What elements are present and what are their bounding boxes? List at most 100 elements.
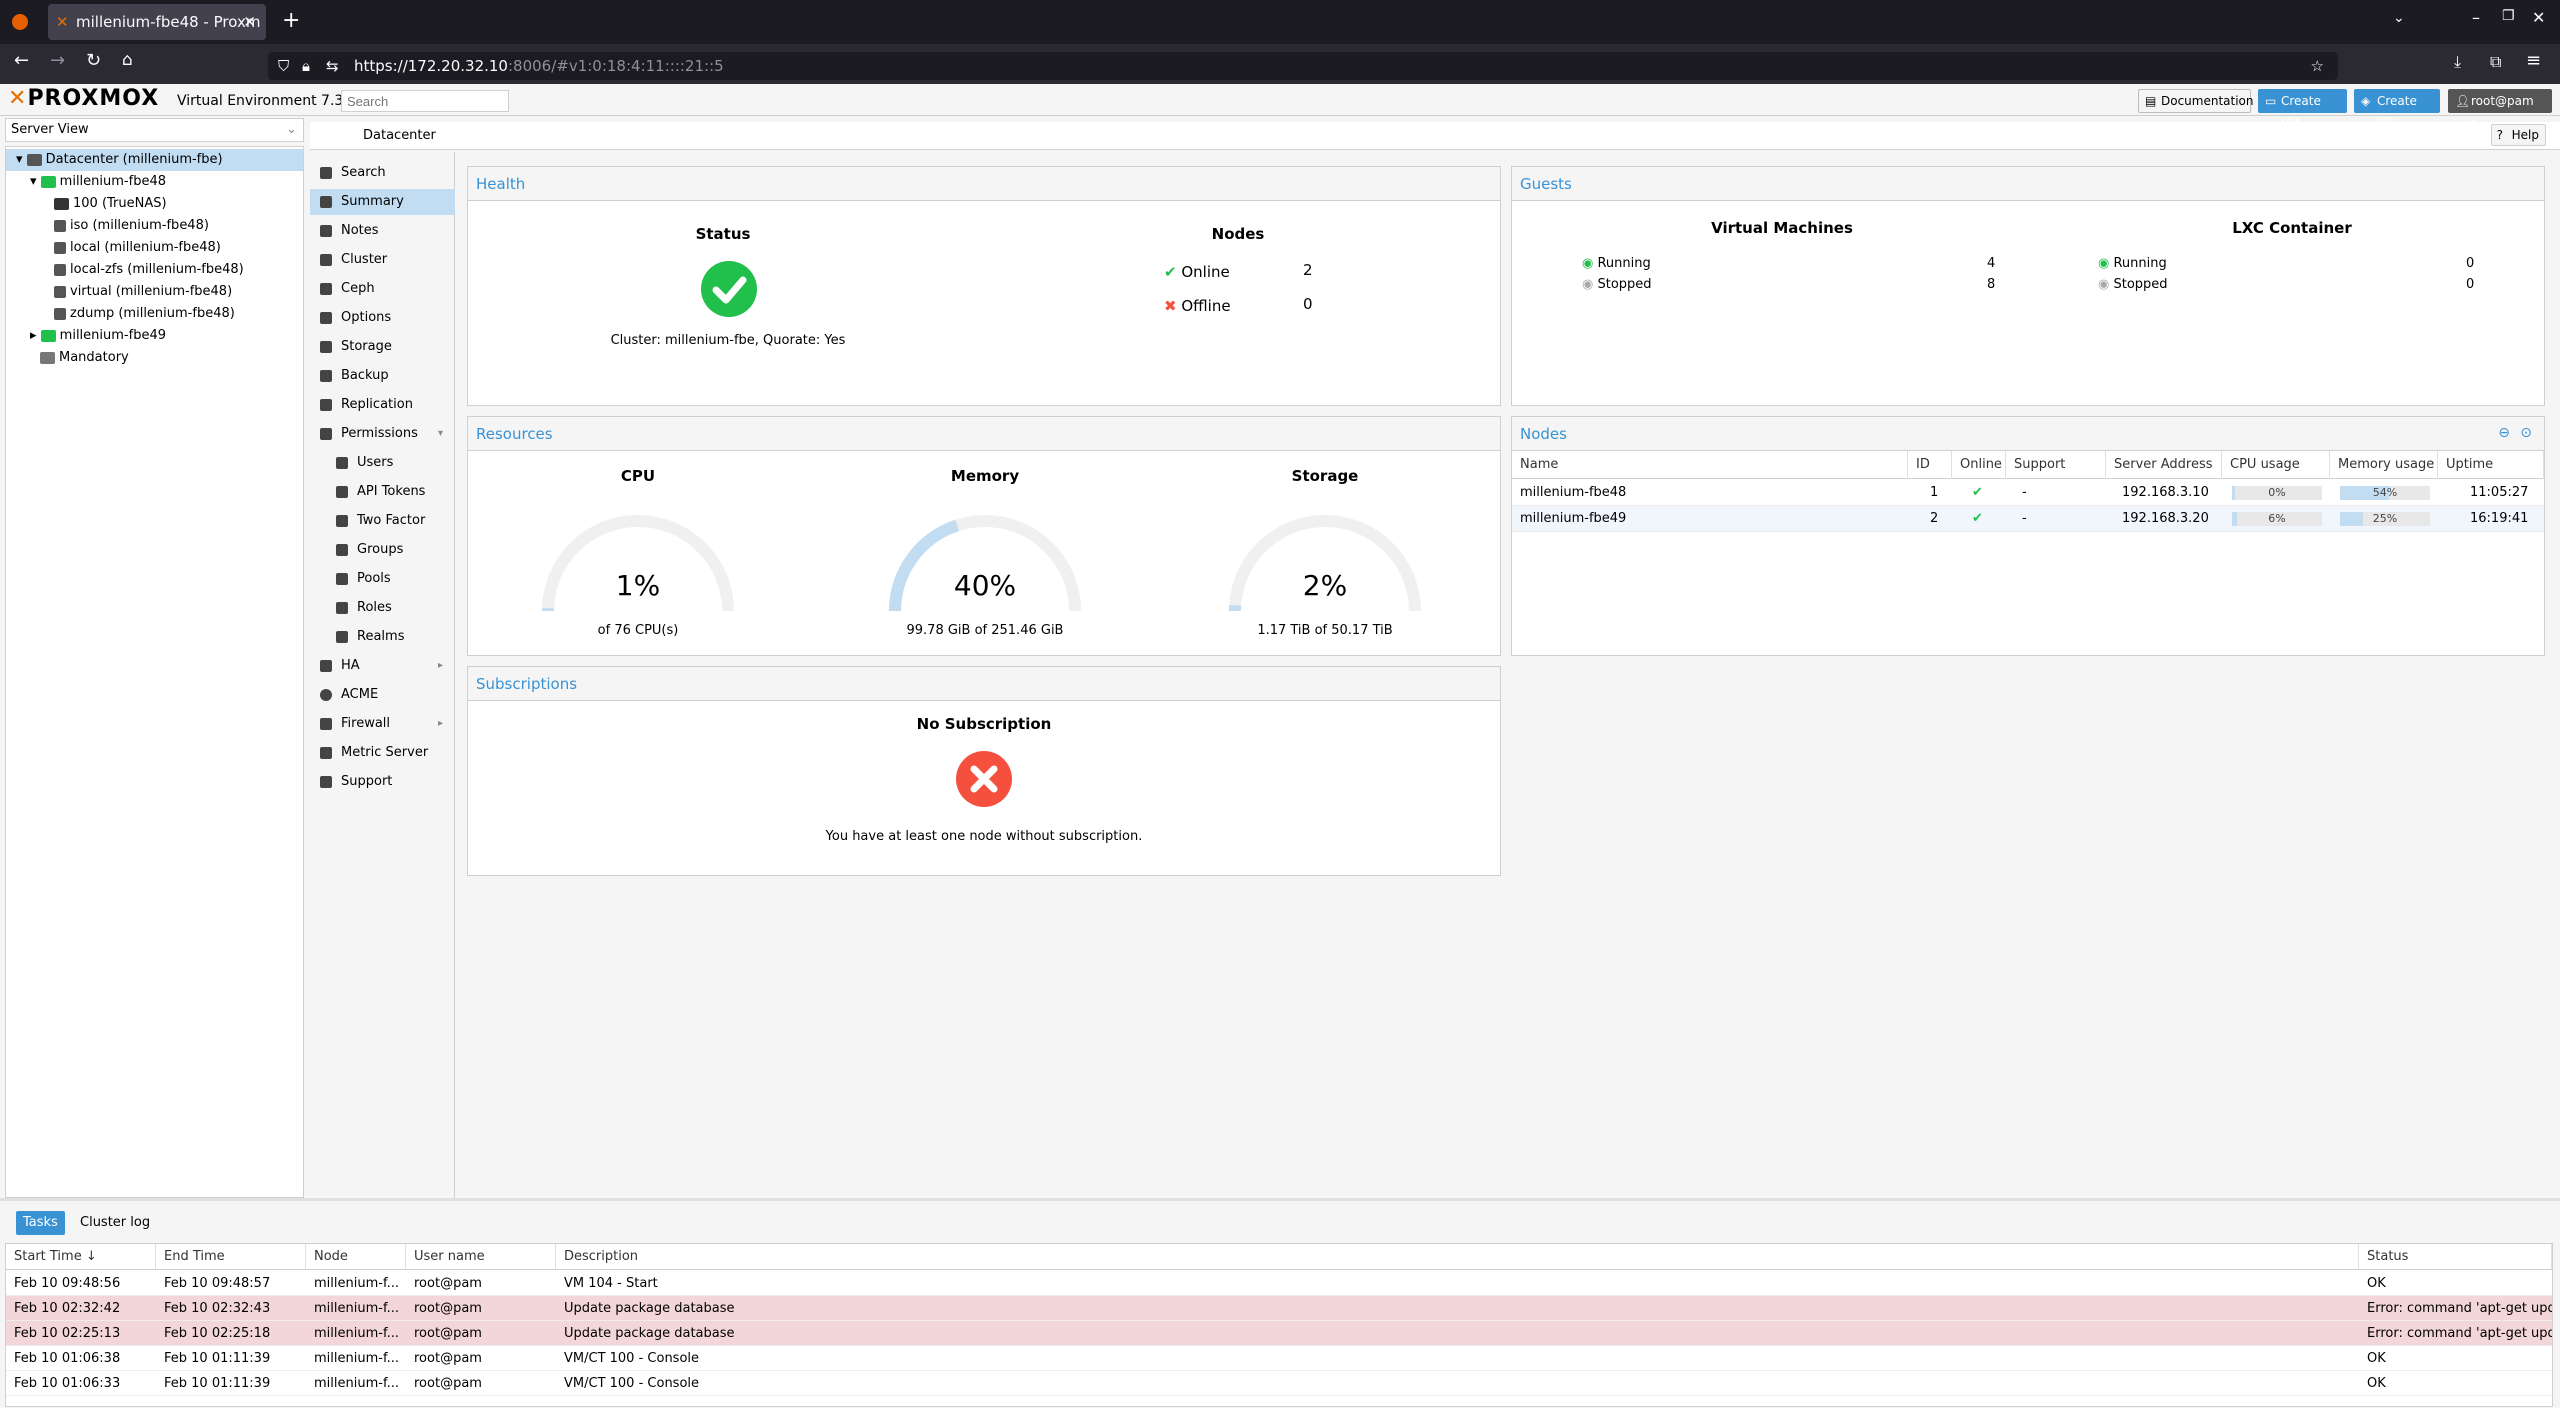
new-tab-icon[interactable]: +	[282, 8, 300, 33]
menu-options[interactable]: Options	[310, 305, 455, 331]
expand-icon[interactable]: ⊙	[2520, 425, 2532, 441]
node-row[interactable]: millenium-fbe49 2 ✔ - 192.168.3.20 6% 25…	[1512, 506, 2544, 532]
reload-icon[interactable]: ↻	[86, 50, 101, 71]
menu-label: ACME	[341, 687, 379, 702]
col-id[interactable]: ID	[1908, 451, 1952, 479]
address-bar[interactable]: ⛉ 🔒︎ ⇆ https://172.20.32.10:8006/#v1:0:1…	[268, 52, 2338, 80]
downloads-icon[interactable]: ⤓	[2454, 52, 2461, 72]
menu-summary[interactable]: Summary	[310, 189, 455, 215]
task-row[interactable]: Feb 10 01:06:38 Feb 10 01:11:39 millenium-…	[6, 1346, 2552, 1371]
col-support[interactable]: Support	[2006, 451, 2106, 479]
task-row[interactable]: Feb 10 02:32:42 Feb 10 02:32:43 millenium-…	[6, 1296, 2552, 1321]
tab-cluster-log[interactable]: Cluster log	[73, 1211, 157, 1235]
col-start-time[interactable]: Start Time ↓	[6, 1244, 156, 1270]
help-button[interactable]: ? Help	[2490, 124, 2546, 146]
create-ct-button[interactable]: ◈Create CT	[2354, 89, 2440, 130]
tree-item-label: millenium-fbe49	[59, 328, 166, 343]
menu-search[interactable]: Search	[310, 160, 455, 186]
menu-ha[interactable]: HA ▸	[310, 653, 455, 679]
node-name: millenium-fbe49	[1520, 511, 1627, 526]
col-description[interactable]: Description	[556, 1244, 2359, 1270]
view-selector-label: Server View	[11, 122, 89, 137]
menu-acme[interactable]: ACME	[310, 682, 455, 708]
nodes-grid-header: Name ID Online Support Server Address CP…	[1512, 451, 2544, 479]
forward-icon[interactable]: →	[50, 50, 65, 71]
col-uptime[interactable]: Uptime	[2438, 451, 2544, 479]
task-row[interactable]: Feb 10 02:25:13 Feb 10 02:25:18 millenium-…	[6, 1321, 2552, 1346]
col-user-name[interactable]: User name	[406, 1244, 556, 1270]
menu-metric-server[interactable]: Metric Server	[310, 740, 455, 766]
memory-usage-text: 25%	[2372, 512, 2398, 525]
col-server-address[interactable]: Server Address	[2106, 451, 2222, 479]
menu-groups[interactable]: Groups	[310, 537, 455, 563]
browser-tab[interactable]: ✕ millenium-fbe48 - Proxm ✕	[48, 4, 266, 40]
col-end-time[interactable]: End Time	[156, 1244, 306, 1270]
back-icon[interactable]: ←	[14, 50, 29, 71]
col-node[interactable]: Node	[306, 1244, 406, 1270]
menu-backup[interactable]: Backup	[310, 363, 455, 389]
server-online-icon	[40, 175, 56, 188]
tree-item-node-fbe48[interactable]: ▾ millenium-fbe48	[6, 171, 303, 193]
server-icon	[320, 254, 332, 266]
menu-cluster[interactable]: Cluster	[310, 247, 455, 273]
chevron-right-icon: ▸	[437, 660, 443, 671]
task-cell-status: OK	[2367, 1376, 2386, 1391]
extensions-icon[interactable]: ⧉	[2490, 52, 2501, 72]
notes-icon	[320, 225, 332, 237]
tree-item-storage-zdump[interactable]: zdump (millenium-fbe48)	[6, 303, 303, 325]
lxc-stopped-label: ◉ Stopped	[2098, 277, 2168, 292]
collapse-icon[interactable]: ⊖	[2498, 425, 2510, 441]
tree-item-datacenter[interactable]: ▾ Datacenter (millenium-fbe)	[6, 149, 303, 171]
col-cpu-usage[interactable]: CPU usage	[2222, 451, 2330, 479]
menu-users[interactable]: Users	[310, 450, 455, 476]
view-selector[interactable]: Server View ⌄	[5, 118, 304, 142]
menu-notes[interactable]: Notes	[310, 218, 455, 244]
task-row[interactable]: Feb 10 01:06:33 Feb 10 01:11:39 millenium-…	[6, 1371, 2552, 1396]
storage-gauge: Storage 2% 1.17 TiB of 50.17 TiB	[1225, 451, 1425, 656]
menu-support[interactable]: Support	[310, 769, 455, 795]
col-name[interactable]: Name	[1512, 451, 1908, 479]
tab-list-icon[interactable]: ⌄	[2393, 10, 2405, 26]
vm-heading: Virtual Machines	[1711, 219, 1853, 237]
minimize-icon[interactable]: –	[2472, 8, 2480, 27]
tree-item-storage-local-zfs[interactable]: local-zfs (millenium-fbe48)	[6, 259, 303, 281]
task-cell-node: millenium-f...	[314, 1351, 399, 1366]
menu-label: Realms	[357, 629, 405, 644]
tree-item-storage-local[interactable]: local (millenium-fbe48)	[6, 237, 303, 259]
maximize-icon[interactable]: ❐	[2502, 8, 2515, 24]
tree-item-tag-mandatory[interactable]: Mandatory	[6, 347, 303, 369]
user-menu-button[interactable]: 👤︎root@pam ▾	[2448, 89, 2552, 130]
tab-tasks[interactable]: Tasks	[16, 1211, 65, 1235]
app-menu-icon[interactable]: ≡	[2526, 50, 2541, 71]
subscription-heading: No Subscription	[916, 715, 1052, 733]
menu-api-tokens[interactable]: API Tokens	[310, 479, 455, 505]
menu-storage[interactable]: Storage	[310, 334, 455, 360]
col-memory-usage[interactable]: Memory usage	[2330, 451, 2438, 479]
nodes-heading: Nodes	[1211, 225, 1265, 243]
menu-firewall[interactable]: Firewall ▸	[310, 711, 455, 737]
memory-detail: 99.78 GiB of 251.46 GiB	[906, 623, 1064, 638]
close-tab-icon[interactable]: ✕	[243, 4, 256, 40]
menu-permissions[interactable]: Permissions ▾	[310, 421, 455, 447]
male-icon	[336, 602, 348, 614]
tree-item-node-fbe49[interactable]: ▸ millenium-fbe49	[6, 325, 303, 347]
documentation-button[interactable]: ▤ Documentation	[2138, 89, 2254, 113]
tree-item-storage-virtual[interactable]: virtual (millenium-fbe48)	[6, 281, 303, 303]
header-search-input[interactable]	[341, 90, 509, 112]
menu-two-factor[interactable]: Two Factor	[310, 508, 455, 534]
menu-ceph[interactable]: Ceph	[310, 276, 455, 302]
task-row[interactable]: Feb 10 09:48:56 Feb 10 09:48:57 millenium-…	[6, 1271, 2552, 1296]
menu-realms[interactable]: Realms	[310, 624, 455, 650]
bookmark-star-icon[interactable]: ☆	[2311, 52, 2324, 80]
menu-roles[interactable]: Roles	[310, 595, 455, 621]
col-status[interactable]: Status	[2359, 1244, 2552, 1270]
close-window-icon[interactable]: ✕	[2532, 8, 2545, 27]
menu-replication[interactable]: Replication	[310, 392, 455, 418]
tree-item-vm-100[interactable]: 100 (TrueNAS)	[6, 193, 303, 215]
col-online[interactable]: Online	[1952, 451, 2006, 479]
create-vm-button[interactable]: ▭Create VM	[2258, 89, 2347, 130]
tree-item-storage-iso[interactable]: iso (millenium-fbe48)	[6, 215, 303, 237]
node-row[interactable]: millenium-fbe48 1 ✔ - 192.168.3.10 0% 54…	[1512, 480, 2544, 506]
home-icon[interactable]: ⌂	[122, 50, 133, 70]
menu-pools[interactable]: Pools	[310, 566, 455, 592]
